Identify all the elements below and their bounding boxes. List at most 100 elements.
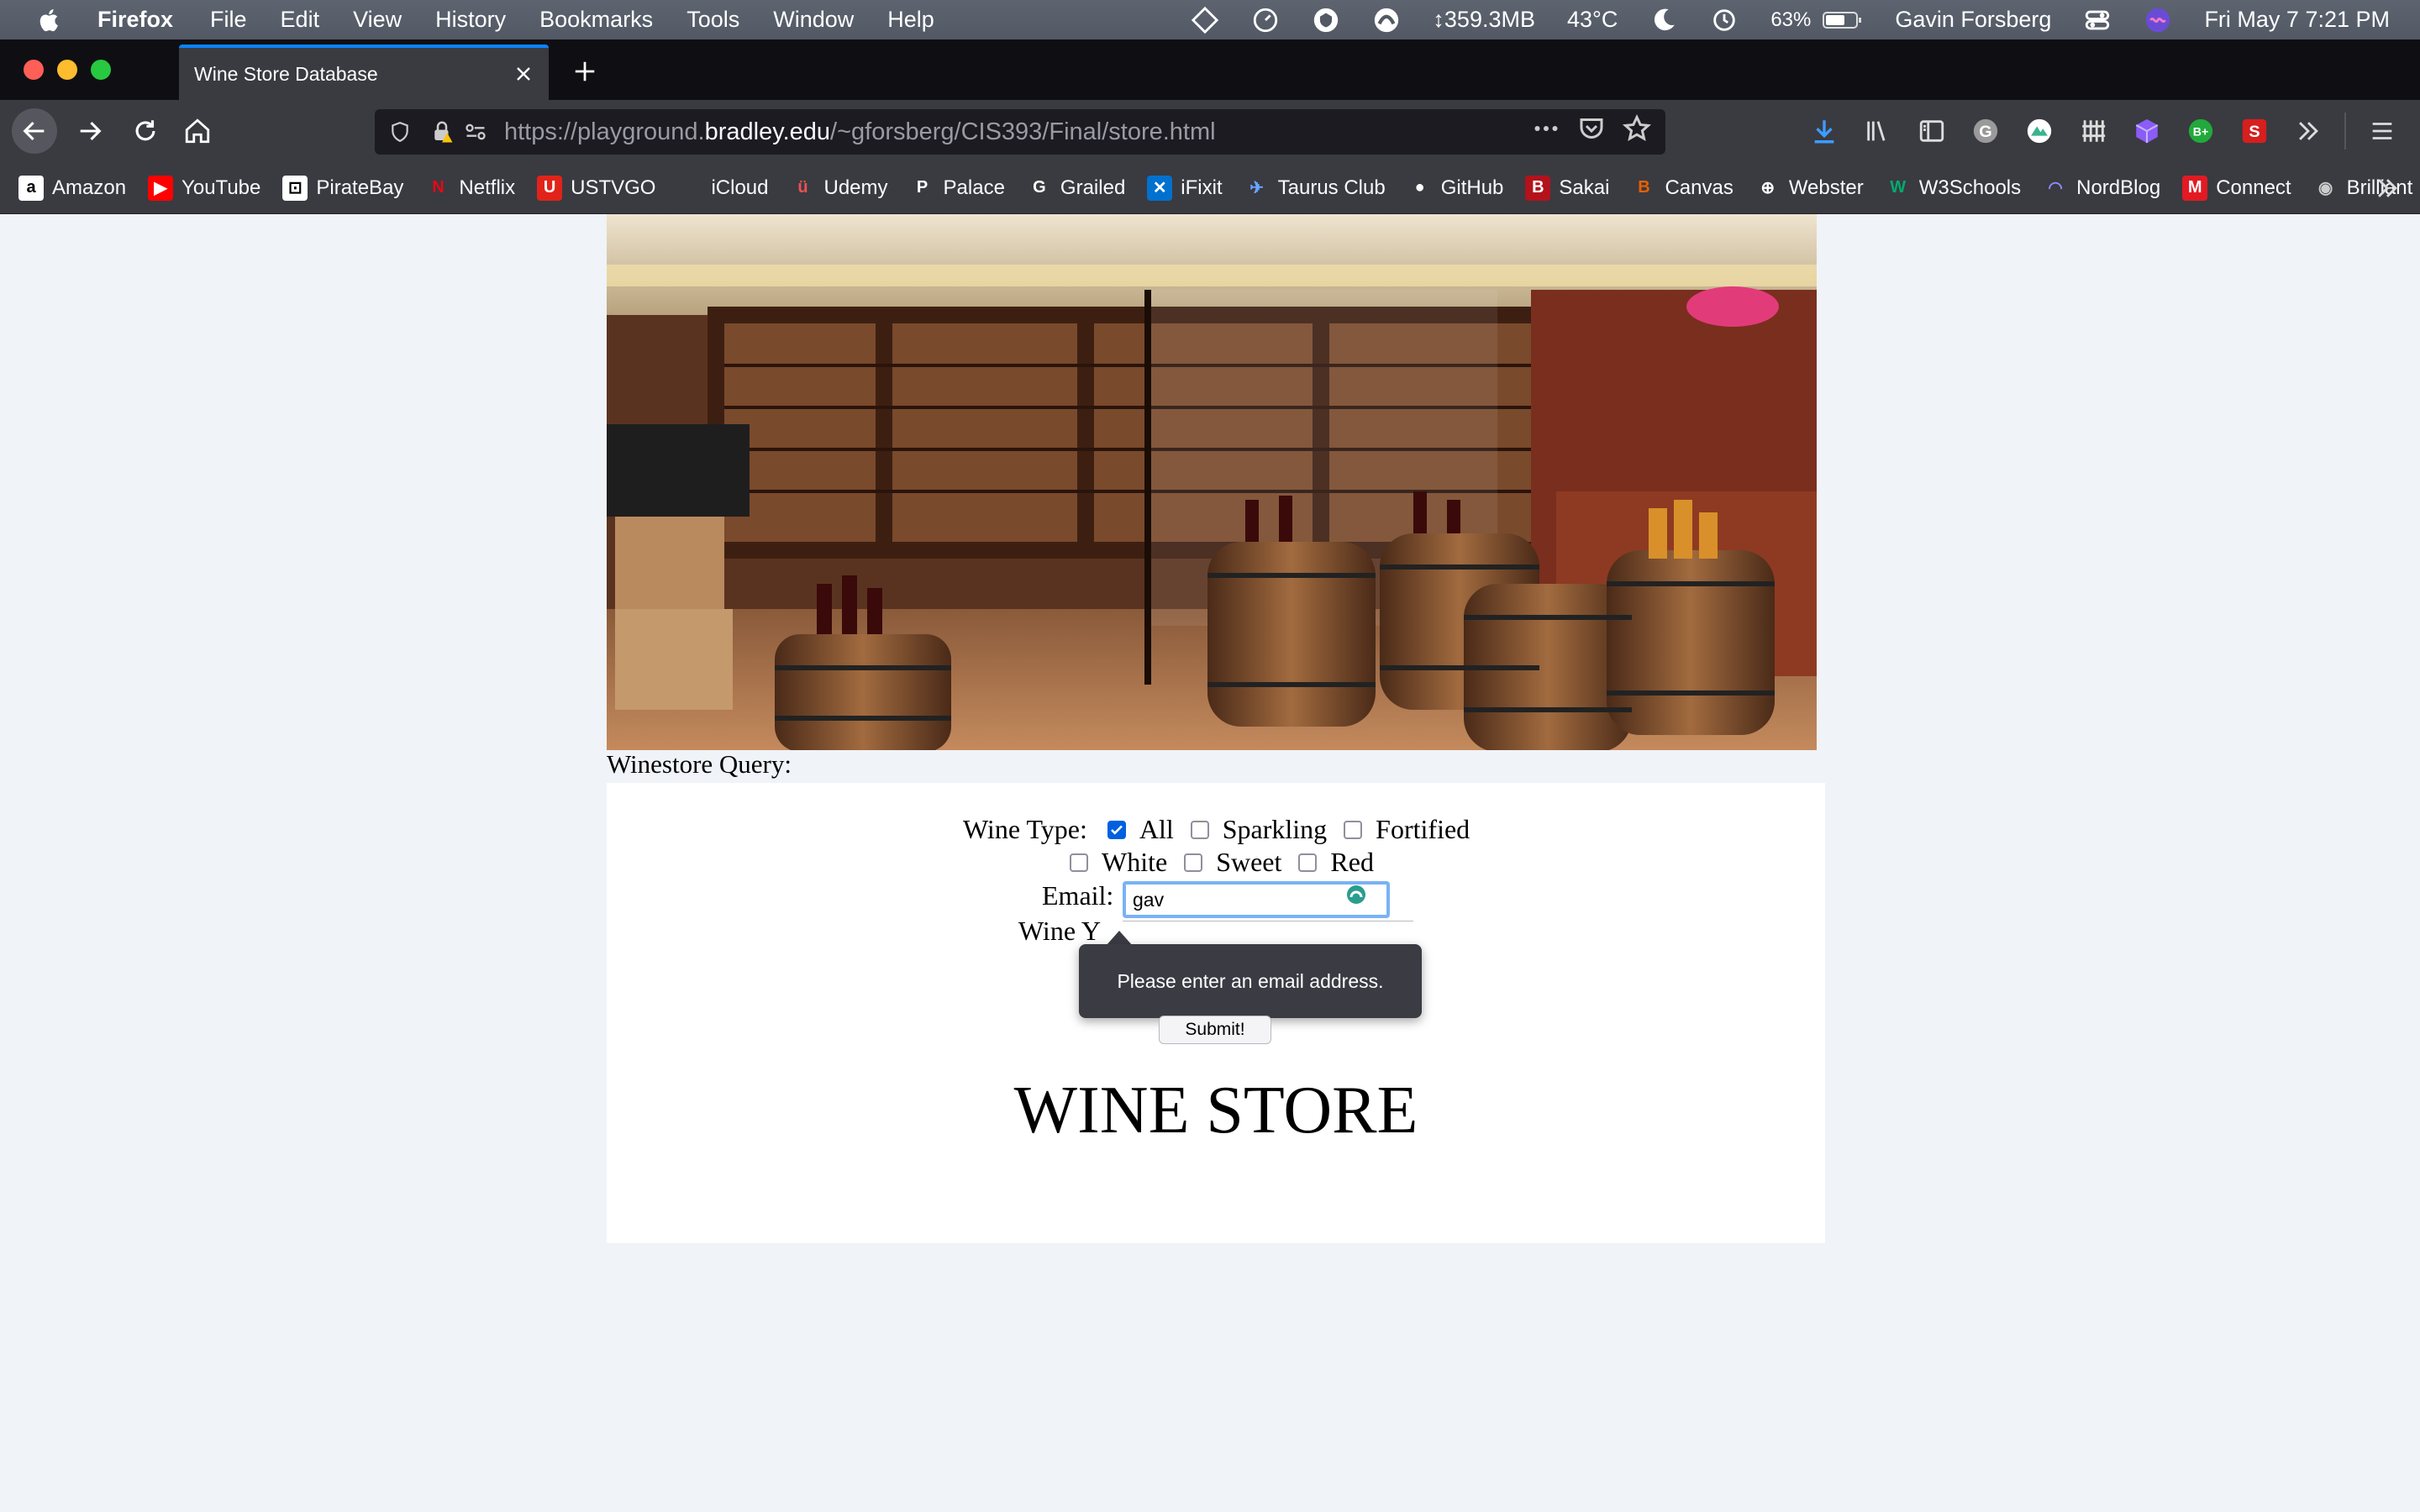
menu-help[interactable]: Help	[887, 7, 934, 33]
menu-history[interactable]: History	[435, 7, 506, 33]
time-machine-icon[interactable]	[1710, 6, 1739, 34]
bookmark-ifixit[interactable]: ✕ iFixit	[1147, 175, 1223, 201]
palace-icon: P	[909, 175, 935, 201]
bookmark-taurus-club[interactable]: ✈ Taurus Club	[1244, 175, 1386, 201]
wine-type-sweet-label: Sweet	[1216, 847, 1282, 877]
bookmark-netflix[interactable]: N Netflix	[425, 175, 515, 201]
bookmark-label: USTVGO	[571, 176, 656, 199]
back-arrow-icon[interactable]	[12, 108, 57, 154]
bookmark-w3schools[interactable]: W W3Schools	[1885, 175, 2021, 201]
taurus-icon: ✈	[1244, 175, 1270, 201]
s-extension-icon[interactable]: S	[2237, 113, 2272, 149]
vpn-icon[interactable]	[1372, 6, 1401, 34]
wine-type-sparkling-label: Sparkling	[1222, 814, 1328, 844]
bookmark-label: iFixit	[1181, 176, 1223, 199]
apple-icon[interactable]	[35, 6, 64, 34]
page-actions-ellipsis-icon[interactable]	[1531, 113, 1561, 150]
url-text[interactable]: https://playground.bradley.edu/~gforsber…	[504, 118, 1531, 146]
bookmark-grailed[interactable]: G Grailed	[1026, 175, 1125, 201]
bookmark-canvas[interactable]: B Canvas	[1631, 175, 1733, 201]
downloads-icon[interactable]	[1807, 113, 1842, 149]
menu-file[interactable]: File	[210, 7, 247, 33]
menu-window[interactable]: Window	[773, 7, 854, 33]
reload-icon[interactable]	[123, 108, 168, 154]
bookmark-connect[interactable]: M Connect	[2182, 175, 2291, 201]
insecure-lock-icon[interactable]	[425, 115, 459, 149]
control-center-icon[interactable]	[2083, 6, 2112, 34]
new-tab-plus-icon[interactable]	[568, 55, 602, 88]
clock-readout[interactable]: Fri May 7 7:21 PM	[2204, 7, 2390, 33]
tab-strip: Wine Store Database	[0, 39, 2420, 100]
bookmark-github[interactable]: ● GitHub	[1407, 175, 1503, 201]
w3schools-icon: W	[1885, 175, 1911, 201]
bookmark-amazon[interactable]: a Amazon	[18, 175, 126, 201]
menu-app-name[interactable]: Firefox	[97, 7, 173, 33]
bookmark-icloud[interactable]: iCloud	[677, 175, 769, 201]
checkbox-all[interactable]	[1107, 820, 1126, 839]
permissions-icon[interactable]	[459, 115, 492, 149]
battery-icon[interactable]	[1823, 10, 1863, 30]
submit-button[interactable]: Submit!	[1159, 1016, 1271, 1044]
cube-extension-icon[interactable]	[2129, 113, 2165, 149]
tracking-shield-icon[interactable]	[383, 115, 417, 149]
navigation-toolbar: https://playground.bradley.edu/~gforsber…	[0, 100, 2420, 162]
bookmark-udemy[interactable]: ü Udemy	[790, 175, 888, 201]
bookmark-youtube[interactable]: ▶ YouTube	[148, 175, 260, 201]
udemy-icon: ü	[790, 175, 816, 201]
checkbox-sweet[interactable]	[1184, 853, 1203, 872]
home-icon[interactable]	[175, 108, 220, 154]
user-name[interactable]: Gavin Forsberg	[1895, 7, 2051, 33]
b-plus-extension-icon[interactable]: B+	[2183, 113, 2218, 149]
pocket-icon[interactable]	[1576, 113, 1607, 150]
window-close-button[interactable]	[24, 60, 44, 80]
wine-store-hero-image	[607, 214, 1817, 750]
checkbox-red[interactable]	[1298, 853, 1318, 872]
window-maximize-button[interactable]	[91, 60, 111, 80]
icloud-icon	[677, 175, 703, 201]
battery-percent[interactable]: 63%	[1770, 8, 1811, 32]
wine-year-field[interactable]	[1123, 921, 1413, 927]
memory-readout[interactable]: ↕359.3MB	[1433, 7, 1535, 33]
connect-icon: M	[2182, 175, 2208, 201]
menu-tools[interactable]: Tools	[687, 7, 739, 33]
window-minimize-button[interactable]	[57, 60, 77, 80]
moon-icon[interactable]	[1649, 6, 1678, 34]
checkbox-fortified[interactable]	[1344, 820, 1363, 839]
grammarly-extension-icon[interactable]: G	[1968, 113, 2003, 149]
tab-close-icon[interactable]	[507, 57, 540, 91]
url-actions	[1531, 113, 1652, 150]
sidebar-icon[interactable]	[1914, 113, 1949, 149]
temperature-readout[interactable]: 43°C	[1567, 7, 1618, 33]
shield-badge-icon[interactable]	[1312, 6, 1340, 34]
vpn-extension-icon[interactable]	[2022, 113, 2057, 149]
bookmark-ustvgo[interactable]: U USTVGO	[537, 175, 656, 201]
bookmarks-overflow-chevron-icon[interactable]	[2373, 174, 2402, 208]
library-icon[interactable]	[1860, 113, 1896, 149]
url-bar[interactable]: https://playground.bradley.edu/~gforsber…	[375, 109, 1665, 155]
menu-bookmarks[interactable]: Bookmarks	[539, 7, 653, 33]
hamburger-menu-icon[interactable]	[2365, 113, 2400, 149]
checkbox-sparkling[interactable]	[1190, 820, 1209, 839]
menu-edit[interactable]: Edit	[281, 7, 320, 33]
url-prefix: https://playground.	[504, 118, 705, 145]
bookmark-nordblog[interactable]: ◠ NordBlog	[2043, 175, 2160, 201]
grid-extension-icon[interactable]	[2075, 113, 2111, 149]
checkbox-white[interactable]	[1070, 853, 1088, 872]
bookmark-star-icon[interactable]	[1622, 113, 1652, 150]
bookmark-webster[interactable]: ⊕ Webster	[1754, 175, 1864, 201]
bookmark-sakai[interactable]: B Sakai	[1525, 175, 1609, 201]
svg-text:S: S	[2249, 123, 2260, 141]
autofill-icon[interactable]	[1346, 885, 1366, 905]
url-domain: bradley.edu	[704, 118, 831, 145]
gauge-icon[interactable]	[1251, 6, 1280, 34]
overflow-chevrons-icon[interactable]	[2291, 113, 2326, 149]
bookmark-palace[interactable]: P Palace	[909, 175, 1005, 201]
bookmark-piratebay[interactable]: ⊡ PirateBay	[282, 175, 403, 201]
tab-wine-store-database[interactable]: Wine Store Database	[179, 45, 549, 100]
nordblog-icon: ◠	[2043, 175, 2069, 201]
menu-view[interactable]: View	[353, 7, 402, 33]
diamond-icon[interactable]	[1191, 6, 1219, 34]
siri-icon[interactable]	[2144, 6, 2172, 34]
netflix-icon: N	[425, 175, 451, 201]
forward-arrow-icon[interactable]	[67, 108, 113, 154]
